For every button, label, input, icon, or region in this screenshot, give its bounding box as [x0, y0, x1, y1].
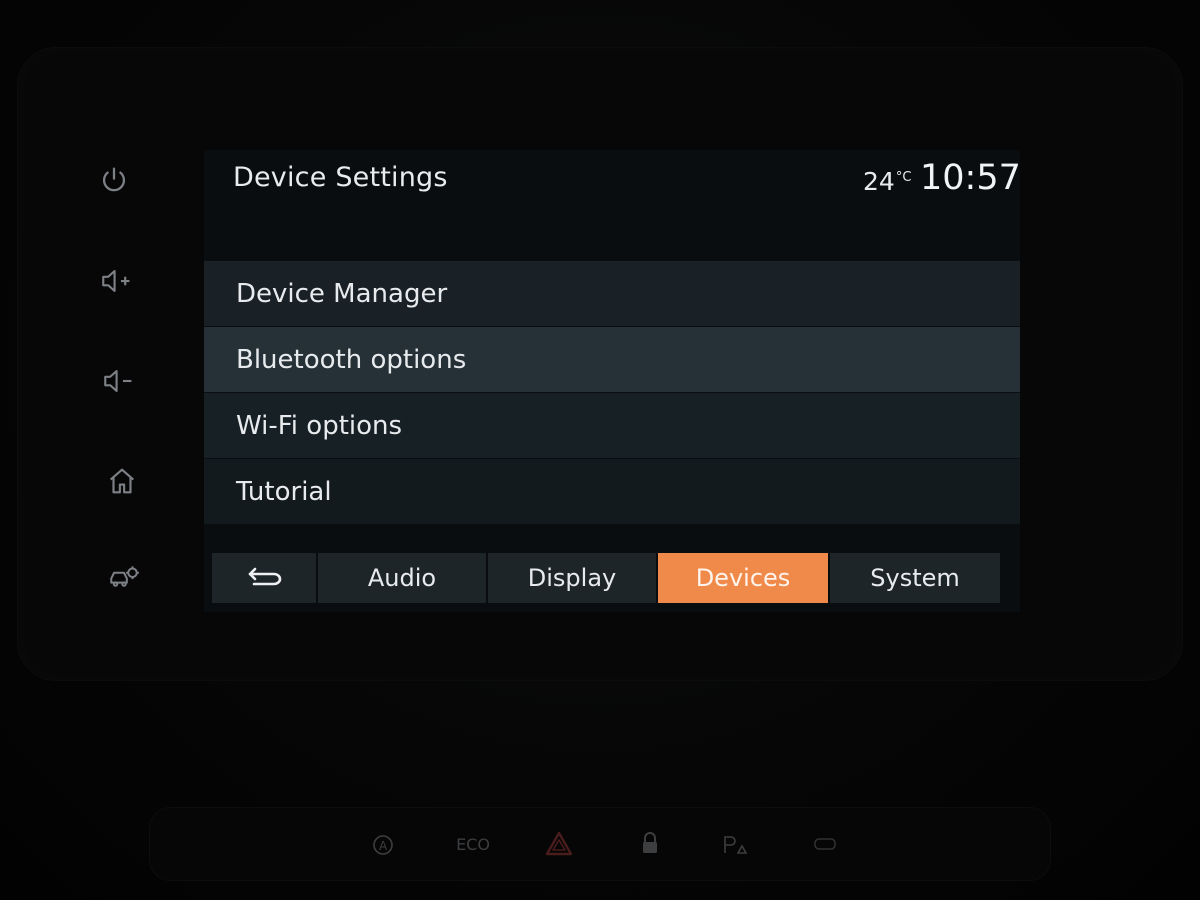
menu-item-wifi-options[interactable]: Wi-Fi options — [204, 393, 1020, 459]
tab-display[interactable]: Display — [488, 553, 658, 603]
temperature-unit: °C — [895, 170, 912, 185]
infotainment-screen: Device Settings 24°C 10:57 Device Manage… — [204, 150, 1020, 612]
tab-label: Display — [527, 564, 617, 592]
volume-up-button[interactable] — [94, 259, 138, 303]
hazard-button[interactable] — [536, 828, 582, 860]
auto-stop-start-button[interactable]: A — [362, 828, 408, 860]
center-console-buttons — [150, 808, 1050, 880]
lock-icon — [643, 832, 657, 853]
power-icon — [103, 167, 125, 192]
car-settings-icon — [110, 566, 139, 587]
park-assist-button[interactable] — [712, 828, 758, 860]
auto-stop-start-icon: A — [373, 835, 393, 855]
tab-devices[interactable]: Devices — [658, 553, 830, 603]
page-title: Device Settings — [233, 162, 448, 193]
menu-item-device-manager[interactable]: Device Manager — [204, 261, 1020, 327]
power-button[interactable] — [92, 158, 136, 202]
back-button[interactable] — [212, 553, 318, 603]
door-lock-button[interactable] — [630, 828, 670, 860]
seat-icon — [814, 838, 836, 850]
temperature-value: 24 — [863, 167, 895, 196]
clock: 10:57 — [920, 158, 1020, 198]
eco-label: ECO — [456, 834, 490, 854]
back-arrow-icon — [248, 567, 282, 586]
head-unit-bezel: Device Settings 24°C 10:57 Device Manage… — [0, 0, 1200, 900]
tab-label: System — [870, 564, 960, 592]
volume-down-icon — [104, 370, 132, 392]
menu-item-label: Wi-Fi options — [236, 410, 403, 441]
park-assist-icon — [724, 836, 748, 854]
svg-text:A: A — [379, 839, 388, 853]
home-icon — [109, 468, 135, 494]
seat-button[interactable] — [802, 828, 848, 860]
menu-item-label: Bluetooth options — [236, 344, 467, 375]
volume-down-button[interactable] — [96, 359, 140, 403]
tab-label: Devices — [695, 564, 791, 592]
home-button[interactable] — [100, 459, 144, 503]
menu-item-tutorial[interactable]: Tutorial — [204, 459, 1020, 525]
status-bar: Device Settings 24°C 10:57 — [204, 150, 1020, 212]
volume-up-icon — [102, 270, 130, 292]
settings-menu: Device Manager Bluetooth options Wi-Fi o… — [204, 261, 1020, 525]
hazard-icon — [545, 831, 573, 856]
menu-item-label: Tutorial — [236, 476, 332, 507]
outside-temperature: 24°C — [863, 167, 911, 196]
menu-item-bluetooth-options[interactable]: Bluetooth options — [204, 327, 1020, 393]
car-settings-button[interactable] — [102, 555, 146, 599]
eco-button[interactable]: ECO — [448, 828, 498, 860]
tab-system[interactable]: System — [830, 553, 1000, 603]
settings-tab-bar: Audio Display Devices System — [212, 553, 1012, 607]
menu-item-label: Device Manager — [236, 278, 448, 309]
tab-audio[interactable]: Audio — [318, 553, 488, 603]
tab-label: Audio — [367, 564, 437, 592]
